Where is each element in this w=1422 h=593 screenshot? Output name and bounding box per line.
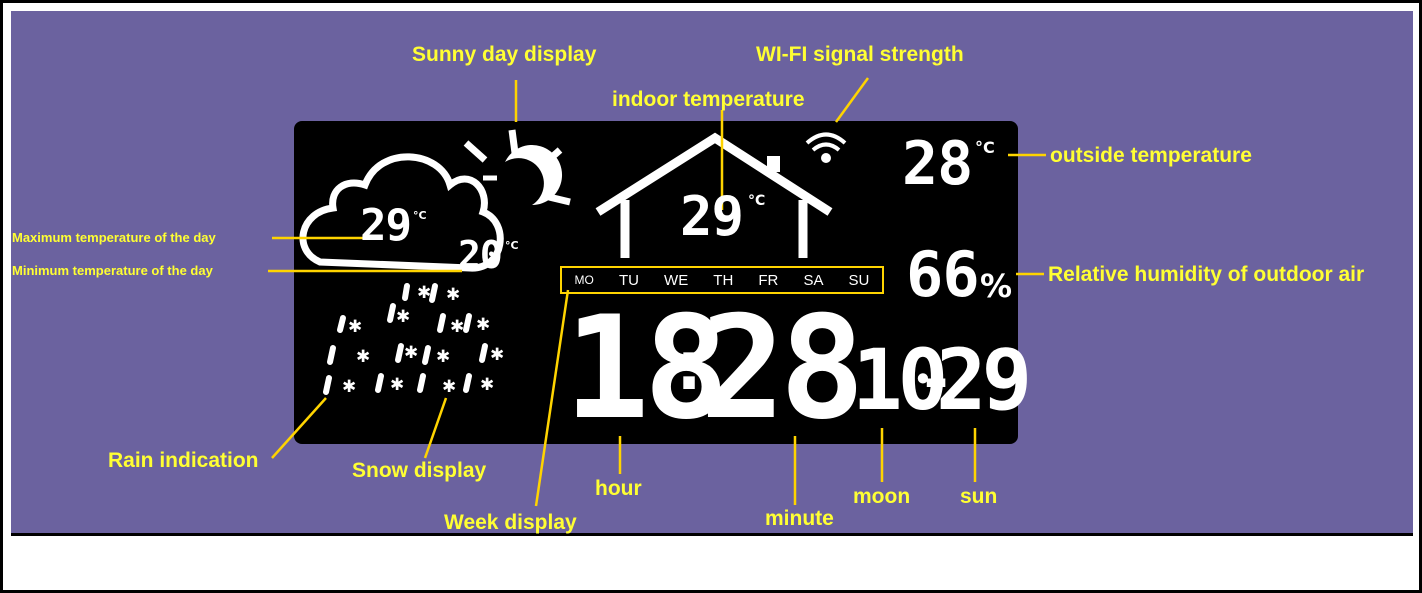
- label-minute: minute: [765, 507, 834, 530]
- svg-text:✱: ✱: [436, 347, 450, 367]
- label-moon: moon: [853, 485, 911, 508]
- label-max-temp: Maximum temperature of the day: [12, 230, 216, 245]
- svg-text:✱: ✱: [356, 347, 370, 367]
- day-value: 29: [936, 331, 1032, 429]
- minute-value: 28: [700, 286, 865, 451]
- max-temp-unit: °C: [413, 209, 427, 222]
- label-sun: sun: [960, 485, 998, 508]
- outside-temp-value: 28: [902, 129, 973, 199]
- svg-text:✱: ✱: [396, 307, 410, 327]
- label-min-temp: Minimum temperature of the day: [12, 263, 213, 278]
- min-temp-value: 20: [458, 233, 503, 277]
- indoor-temp-unit: °C: [748, 193, 766, 209]
- humidity-unit: %: [980, 267, 1013, 305]
- svg-text:✱: ✱: [417, 283, 431, 303]
- wifi-icon: [805, 132, 847, 163]
- humidity-value: 66: [906, 238, 980, 311]
- label-outside-temp: outside temperature: [1050, 144, 1252, 167]
- svg-text:✱: ✱: [490, 345, 504, 365]
- svg-text:✱: ✱: [450, 317, 464, 337]
- label-indoor-temp: indoor temperature: [612, 88, 805, 111]
- svg-text:✱: ✱: [342, 377, 356, 397]
- weekday-mo: MO: [574, 273, 594, 287]
- svg-text:✱: ✱: [404, 343, 418, 363]
- max-temp-value: 29: [360, 200, 412, 251]
- label-humidity: Relative humidity of outdoor air: [1048, 263, 1365, 286]
- svg-text:✱: ✱: [348, 317, 362, 337]
- svg-text:✱: ✱: [390, 375, 404, 395]
- svg-text:✱: ✱: [442, 377, 456, 397]
- svg-text:✱: ✱: [480, 375, 494, 395]
- label-snow: Snow display: [352, 459, 487, 482]
- label-wifi-strength: WI-FI signal strength: [756, 43, 964, 66]
- outside-temp-unit: °C: [975, 138, 995, 157]
- label-week: Week display: [444, 511, 577, 534]
- indoor-temp-value: 29: [680, 185, 744, 248]
- min-temp-unit: °C: [505, 239, 519, 252]
- label-rain: Rain indication: [108, 449, 259, 472]
- svg-text:✱: ✱: [476, 315, 490, 335]
- label-sunny-day: Sunny day display: [412, 43, 597, 66]
- label-hour: hour: [595, 477, 642, 500]
- svg-text:✱: ✱: [446, 285, 460, 305]
